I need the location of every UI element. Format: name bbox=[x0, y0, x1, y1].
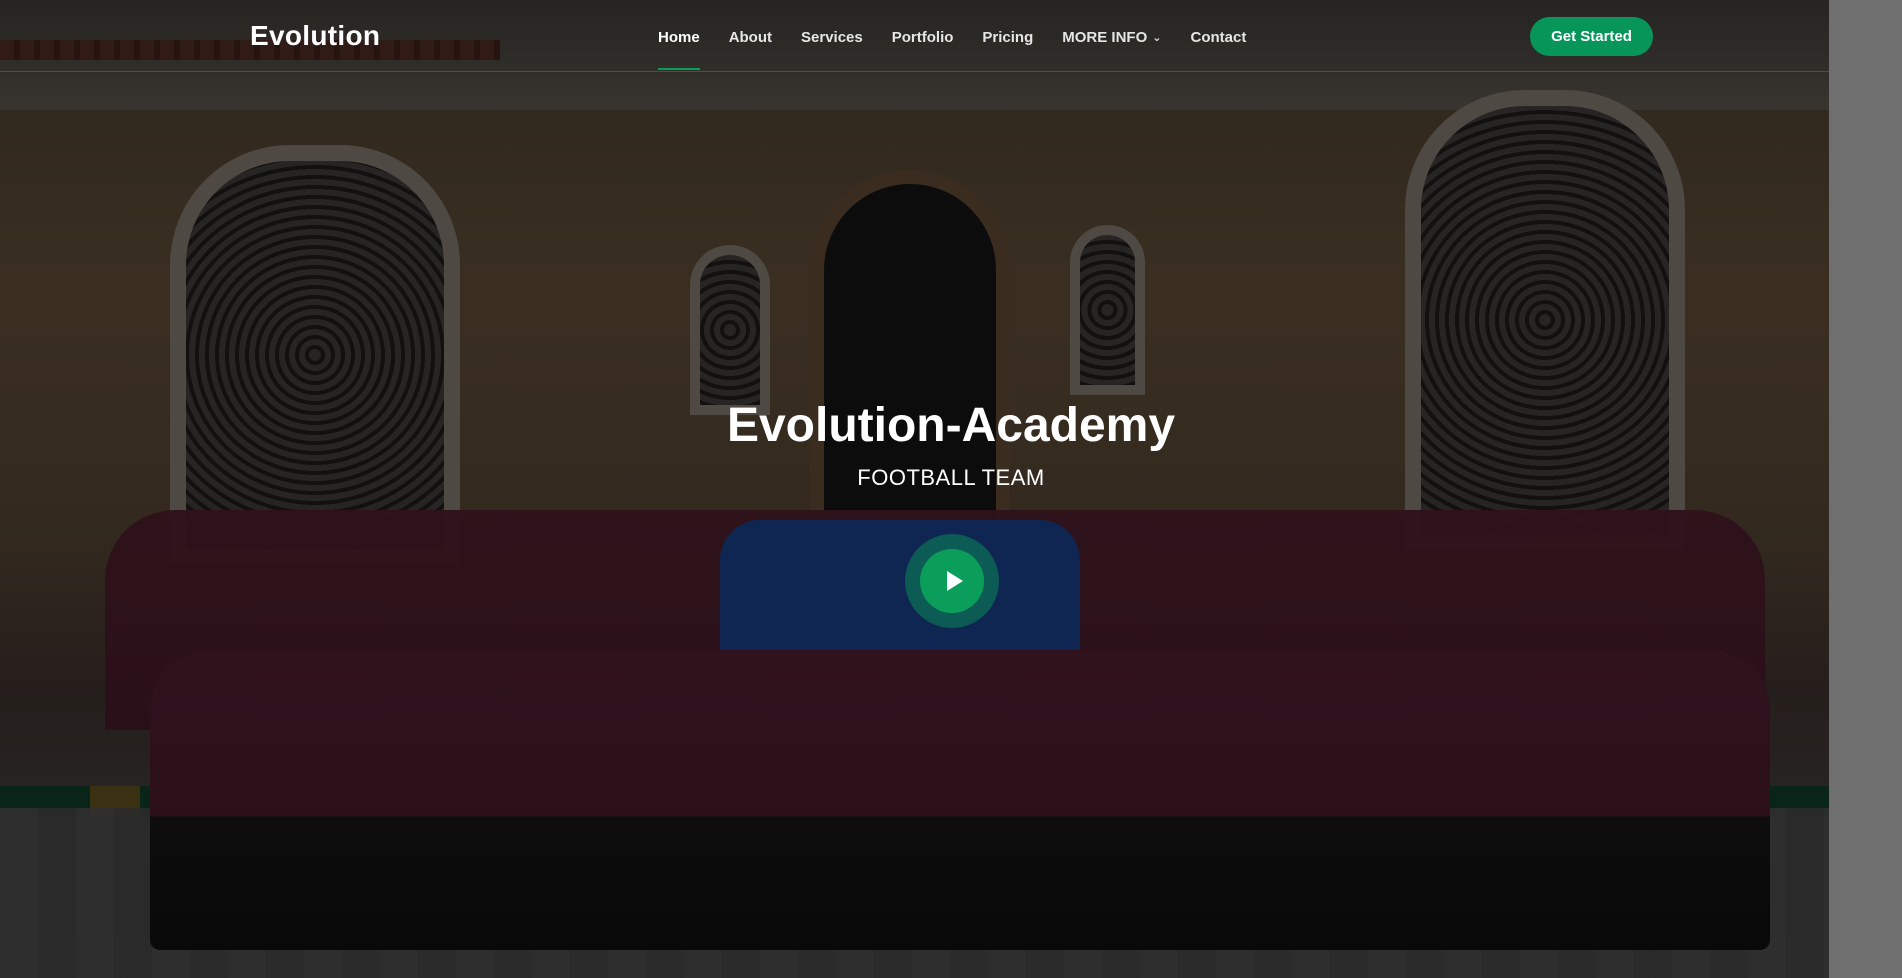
nav-portfolio[interactable]: Portfolio bbox=[892, 26, 954, 48]
nav-services[interactable]: Services bbox=[801, 26, 863, 48]
get-started-button[interactable]: Get Started bbox=[1530, 17, 1653, 56]
play-icon bbox=[946, 571, 963, 591]
main-nav: Home About Services Portfolio Pricing MO… bbox=[658, 26, 1275, 70]
nav-contact[interactable]: Contact bbox=[1190, 26, 1246, 48]
play-button-circle bbox=[920, 549, 984, 613]
nav-home[interactable]: Home bbox=[658, 26, 700, 70]
nav-more-info-label: MORE INFO bbox=[1062, 28, 1148, 46]
play-video-button[interactable] bbox=[905, 534, 999, 628]
chevron-down-icon: ⌄ bbox=[1152, 31, 1162, 44]
logo[interactable]: Evolution bbox=[250, 20, 380, 52]
nav-about[interactable]: About bbox=[729, 26, 772, 48]
nav-more-info[interactable]: MORE INFO ⌄ bbox=[1062, 26, 1161, 48]
site-header: Evolution Home About Services Portfolio … bbox=[0, 0, 1829, 72]
hero-title: Evolution-Academy bbox=[726, 399, 1176, 452]
nav-pricing[interactable]: Pricing bbox=[982, 26, 1033, 48]
hero-subtitle: FOOTBALL TEAM bbox=[857, 465, 1045, 490]
